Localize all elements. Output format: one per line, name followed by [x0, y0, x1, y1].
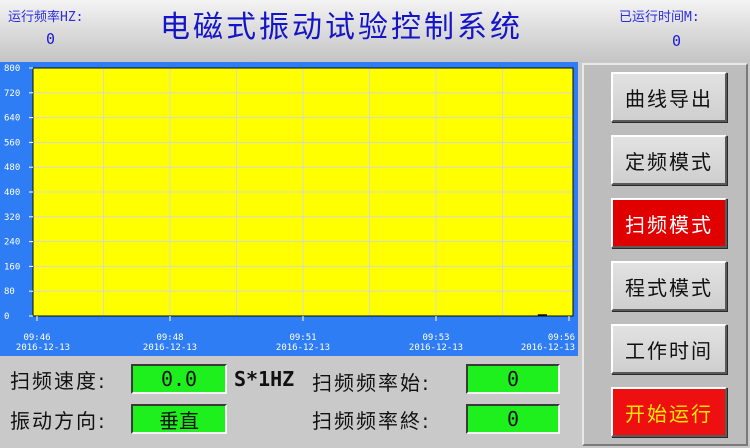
- parameter-panel: 扫频速度: 0.0 S*1HZ 扫频频率始: 0 振动方向: 垂直 扫频频率終:…: [0, 356, 580, 448]
- fixed-frequency-mode-button[interactable]: 定频模式: [611, 135, 727, 185]
- sweep-end-frequency-field[interactable]: 0: [466, 404, 560, 434]
- y-tick-label: 800: [4, 64, 20, 74]
- y-tick-label: 560: [4, 138, 20, 148]
- trend-chart-panel: 800 720 640 560 480 400 320 240 160 80 0 09:46 2016-…: [0, 62, 578, 356]
- function-button-panel: 曲线导出 定频模式 扫频模式 程式模式 工作时间 开始运行: [582, 63, 748, 446]
- y-tick-label: 640: [4, 114, 20, 124]
- x-tick-date-label: 2016-12-13: [16, 343, 70, 353]
- elapsed-time-label: 已运行时间M:: [619, 10, 700, 25]
- y-tick-label: 80: [4, 287, 15, 297]
- x-tick-date-label: 2016-12-13: [276, 343, 330, 353]
- sweep-mode-button[interactable]: 扫频模式: [611, 198, 727, 248]
- y-tick-label: 0: [4, 312, 9, 322]
- sweep-speed-label: 扫频速度:: [10, 369, 107, 393]
- trend-chart: 80072064056048040032024016080009:462016-…: [4, 64, 575, 353]
- vibration-direction-field[interactable]: 垂直: [131, 404, 227, 434]
- sweep-speed-unit: S*1HZ: [234, 367, 295, 391]
- x-tick-time-label: 09:56: [548, 333, 575, 343]
- x-tick-date-label: 2016-12-13: [143, 343, 197, 353]
- y-tick-label: 240: [4, 238, 20, 248]
- sweep-speed-field[interactable]: 0.0: [131, 364, 227, 394]
- sweep-start-frequency-label: 扫频频率始:: [312, 371, 431, 395]
- y-tick-label: 480: [4, 163, 20, 173]
- y-tick-label: 160: [4, 262, 20, 272]
- x-tick-date-label: 2016-12-13: [409, 343, 463, 353]
- elapsed-time-value: 0: [672, 32, 682, 50]
- program-mode-button[interactable]: 程式模式: [611, 261, 727, 311]
- run-frequency-value: 0: [46, 30, 56, 48]
- work-time-button[interactable]: 工作时间: [611, 324, 727, 374]
- x-tick-time-label: 09:48: [156, 333, 183, 343]
- y-tick-label: 320: [4, 213, 20, 223]
- curve-export-button[interactable]: 曲线导出: [611, 72, 727, 122]
- start-run-button[interactable]: 开始运行: [611, 387, 727, 437]
- y-tick-label: 400: [4, 188, 20, 198]
- vibration-direction-label: 振动方向:: [10, 409, 107, 433]
- sweep-end-frequency-label: 扫频频率終:: [312, 409, 431, 433]
- page-title: 电磁式振动试验控制系统: [160, 10, 523, 45]
- sweep-start-frequency-field[interactable]: 0: [466, 364, 560, 394]
- x-tick-time-label: 09:46: [23, 333, 50, 343]
- x-tick-date-label: 2016-12-13: [521, 343, 575, 353]
- run-frequency-label: 运行频率HZ:: [8, 10, 84, 25]
- header-bar: 运行频率HZ: 0 电磁式振动试验控制系统 已运行时间M: 0: [0, 0, 750, 62]
- y-tick-label: 720: [4, 89, 20, 99]
- x-tick-time-label: 09:51: [289, 333, 316, 343]
- x-tick-time-label: 09:53: [422, 333, 449, 343]
